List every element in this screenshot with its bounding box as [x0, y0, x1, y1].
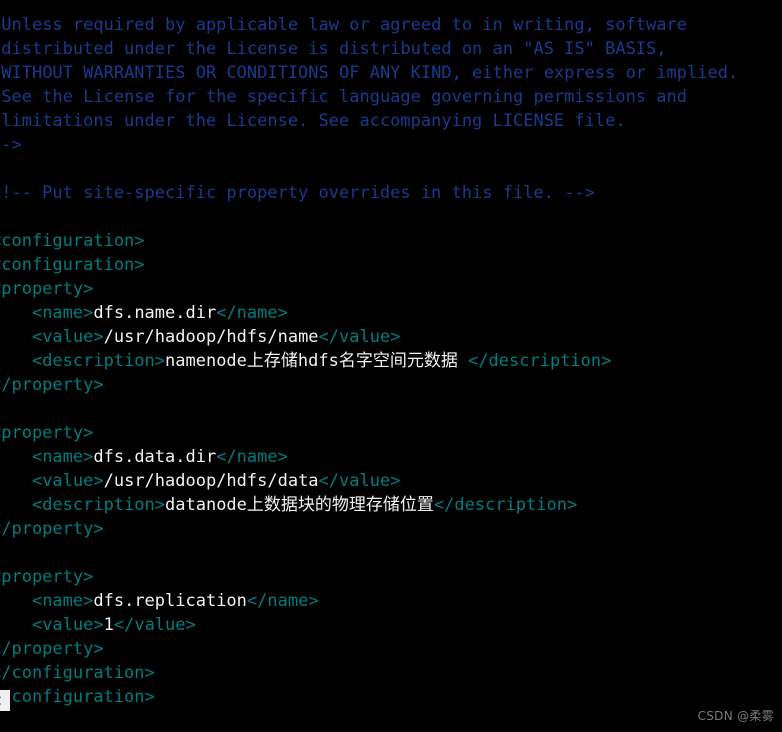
code-token-tag: <configuration> — [0, 255, 145, 275]
code-token-tag: </name> — [246, 591, 319, 611]
code-token-cmt: <!-- Put site-specific property override… — [0, 183, 595, 203]
code-line: <property> — [0, 421, 738, 445]
code-token-tag: <value> — [31, 615, 104, 635]
code-token-txt: namenode上存储hdfs名字空间元数据 — [165, 351, 469, 371]
code-line: <value>1</value> — [0, 613, 738, 637]
code-token-tag: </name> — [216, 303, 288, 323]
code-line: <value>/usr/hadoop/hdfs/data</value> — [0, 469, 738, 493]
code-token-tag: <property> — [0, 567, 94, 587]
code-token-tag: </description> — [433, 495, 578, 515]
code-token-tag: <value> — [31, 471, 104, 491]
code-token-txt: dfs.replication — [93, 591, 247, 611]
code-token-cmt: limitations under the License. See accom… — [1, 111, 626, 131]
code-token-txt: 1 — [103, 615, 114, 635]
code-token-tag: <property> — [0, 279, 94, 299]
code-token-tag: <name> — [31, 591, 94, 611]
text-cursor — [0, 690, 10, 711]
code-line: Unless required by applicable law or agr… — [0, 13, 738, 37]
code-token-tag: </value> — [318, 471, 401, 491]
code-token-tag: </value> — [318, 327, 401, 347]
code-line: <configuration> — [0, 229, 738, 253]
watermark-label: CSDN @柔雾 — [697, 709, 774, 723]
text-cursor-glyph: < — [0, 691, 1, 712]
code-token-txt: dfs.data.dir — [93, 447, 217, 467]
code-line: <name>dfs.name.dir</name> — [0, 301, 738, 325]
code-line: <property> — [0, 565, 738, 589]
code-line: limitations under the License. See accom… — [0, 109, 738, 133]
code-line: --> — [0, 133, 738, 157]
code-token-tag: <name> — [31, 447, 94, 467]
code-token-cmt: distributed under the License is distrib… — [1, 39, 667, 59]
code-line: WITHOUT WARRANTIES OR CONDITIONS OF ANY … — [0, 61, 738, 85]
code-token-txt: dfs.name.dir — [93, 303, 217, 323]
code-token-tag: </name> — [216, 447, 288, 467]
code-token-tag: </property> — [0, 375, 104, 395]
code-token-tag: </configuration> — [0, 663, 155, 683]
code-token-txt: datanode上数据块的物理存储位置 — [165, 495, 434, 515]
code-line: </configuration> — [0, 661, 738, 685]
code-token-tag: <configuration> — [0, 231, 145, 251]
code-line: See the License for the specific languag… — [0, 85, 738, 109]
code-line: </property> — [0, 373, 738, 397]
code-token-txt: /usr/hadoop/hdfs/name — [103, 327, 319, 347]
code-token-tag: <name> — [31, 303, 94, 323]
code-token-tag: </configuration> — [0, 687, 155, 707]
code-line: <property> — [0, 277, 738, 301]
code-line: </configuration> — [0, 685, 738, 709]
code-line: <description>namenode上存储hdfs名字空间元数据 </de… — [0, 349, 738, 373]
code-line: </property> — [0, 637, 738, 661]
code-token-tag: <value> — [31, 327, 104, 347]
code-token-tag: </description> — [468, 351, 612, 371]
terminal-editor-pane[interactable]: Unless required by applicable law or agr… — [0, 0, 782, 732]
code-line: <description>datanode上数据块的物理存储位置</descri… — [0, 493, 738, 517]
code-token-cmt: See the License for the specific languag… — [1, 87, 687, 107]
code-token-tag: <description> — [31, 495, 166, 515]
code-token-txt: /usr/hadoop/hdfs/data — [103, 471, 319, 491]
code-line: <name>dfs.data.dir</name> — [0, 445, 738, 469]
code-token-cmt: Unless required by applicable law or agr… — [1, 15, 687, 35]
code-line: <name>dfs.replication</name> — [0, 589, 738, 613]
code-token-tag: </value> — [113, 615, 196, 635]
code-token-cmt: WITHOUT WARRANTIES OR CONDITIONS OF ANY … — [1, 63, 739, 83]
code-token-tag: </property> — [0, 519, 104, 539]
code-line: <value>/usr/hadoop/hdfs/name</value> — [0, 325, 738, 349]
code-line: distributed under the License is distrib… — [0, 37, 738, 61]
code-token-tag: </property> — [0, 639, 104, 659]
code-line: </property> — [0, 517, 738, 541]
code-line: <!-- Put site-specific property override… — [0, 181, 738, 205]
code-content[interactable]: Unless required by applicable law or agr… — [0, 13, 738, 709]
code-token-tag: <description> — [31, 351, 166, 371]
code-token-cmt: --> — [0, 135, 22, 155]
code-token-tag: <property> — [0, 423, 94, 443]
code-line: <configuration> — [0, 253, 738, 277]
